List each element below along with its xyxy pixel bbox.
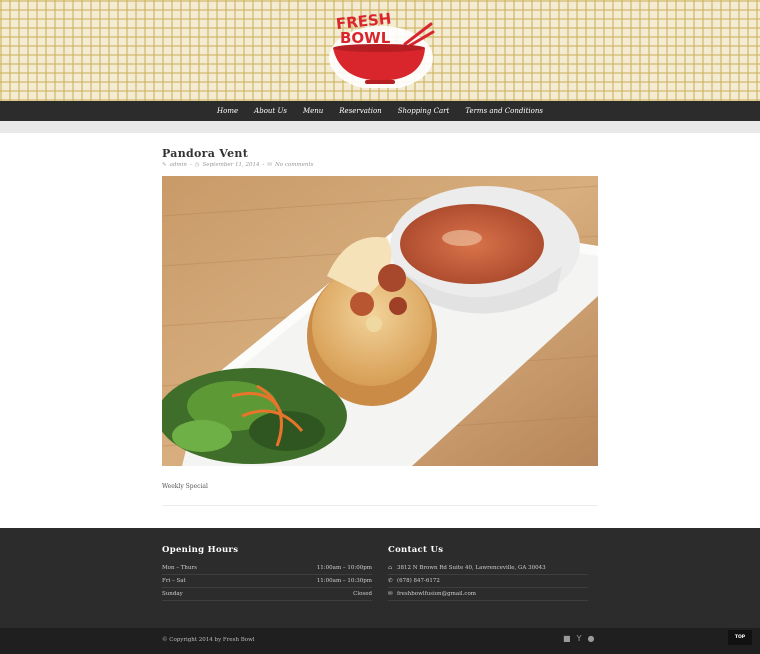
nav-item-reservation[interactable]: Reservation xyxy=(339,107,381,115)
nav-item-menu[interactable]: Menu xyxy=(303,107,323,115)
copyright: © Copyright 2014 by Fresh Bowl xyxy=(162,637,255,643)
post-title[interactable]: Pandora Vent xyxy=(162,147,248,160)
contact-phone-row: ✆ (678) 847-6172 xyxy=(388,575,588,588)
post-author[interactable]: admin xyxy=(170,162,187,168)
contact-address: 3812 N Brown Rd Suite 40, Lawrenceville,… xyxy=(397,565,546,571)
contact-heading: Contact Us xyxy=(388,545,444,555)
hours-time: 11:00am – 10:30pm xyxy=(316,578,372,584)
home-icon: ⌂ xyxy=(388,565,393,571)
hours-time: 11:00am – 10:00pm xyxy=(316,565,372,571)
nav-item-shopping-cart[interactable]: Shopping Cart xyxy=(398,107,450,115)
sub-bar xyxy=(0,121,760,133)
hours-days: Sunday xyxy=(162,591,183,597)
bottom-bar xyxy=(0,628,760,654)
contact-address-row: ⌂ 3812 N Brown Rd Suite 40, Lawrencevill… xyxy=(388,562,588,575)
phone-icon: ✆ xyxy=(388,578,393,584)
nav-item-home[interactable]: Home xyxy=(217,107,238,115)
nav-item-terms[interactable]: Terms and Conditions xyxy=(465,107,543,115)
contact-email[interactable]: freshbowlfusion@gmail.com xyxy=(397,591,476,597)
hours-days: Mon – Thurs xyxy=(162,565,197,571)
facebook-icon[interactable]: ■ xyxy=(563,634,571,643)
contact-us: Contact Us ⌂ 3812 N Brown Rd Suite 40, L… xyxy=(388,545,588,601)
post-meta: ✎ admin - ◷ September 11, 2014 - ✉ No co… xyxy=(162,162,314,168)
pencil-icon: ✎ xyxy=(162,162,167,168)
contact-phone[interactable]: (678) 847-6172 xyxy=(397,578,440,584)
hours-row: Mon – Thurs 11:00am – 10:00pm xyxy=(162,562,372,575)
site-footer xyxy=(0,528,760,628)
back-to-top-button[interactable]: TOP xyxy=(728,630,752,645)
contact-email-row: ✉ freshbowlfusion@gmail.com xyxy=(388,588,588,601)
yelp-icon[interactable]: Y xyxy=(577,634,582,643)
clock-icon: ◷ xyxy=(194,162,200,168)
fresh-bowl-logo[interactable]: FRESH BOWL xyxy=(327,10,435,88)
wechat-icon[interactable]: ● xyxy=(587,634,594,643)
post-body: Weekly Special xyxy=(162,483,208,490)
post-date: September 11, 2014 xyxy=(202,162,260,168)
nav-item-about-us[interactable]: About Us xyxy=(254,107,287,115)
comment-icon: ✉ xyxy=(267,162,272,168)
post-featured-image[interactable] xyxy=(162,176,598,466)
opening-hours: Opening Hours Mon – Thurs 11:00am – 10:0… xyxy=(162,545,372,601)
social-links: ■ Y ● xyxy=(563,634,594,643)
post-divider xyxy=(162,505,598,506)
opening-hours-heading: Opening Hours xyxy=(162,545,239,555)
hours-row: Fri – Sat 11:00am – 10:30pm xyxy=(162,575,372,588)
hours-days: Fri – Sat xyxy=(162,578,186,584)
main-nav: Home About Us Menu Reservation Shopping … xyxy=(0,101,760,121)
site-header: FRESH BOWL xyxy=(0,0,760,101)
post-comments-link[interactable]: No comments xyxy=(275,162,314,168)
envelope-icon: ✉ xyxy=(388,591,393,597)
hours-time: Closed xyxy=(353,591,372,597)
hours-row: Sunday Closed xyxy=(162,588,372,601)
